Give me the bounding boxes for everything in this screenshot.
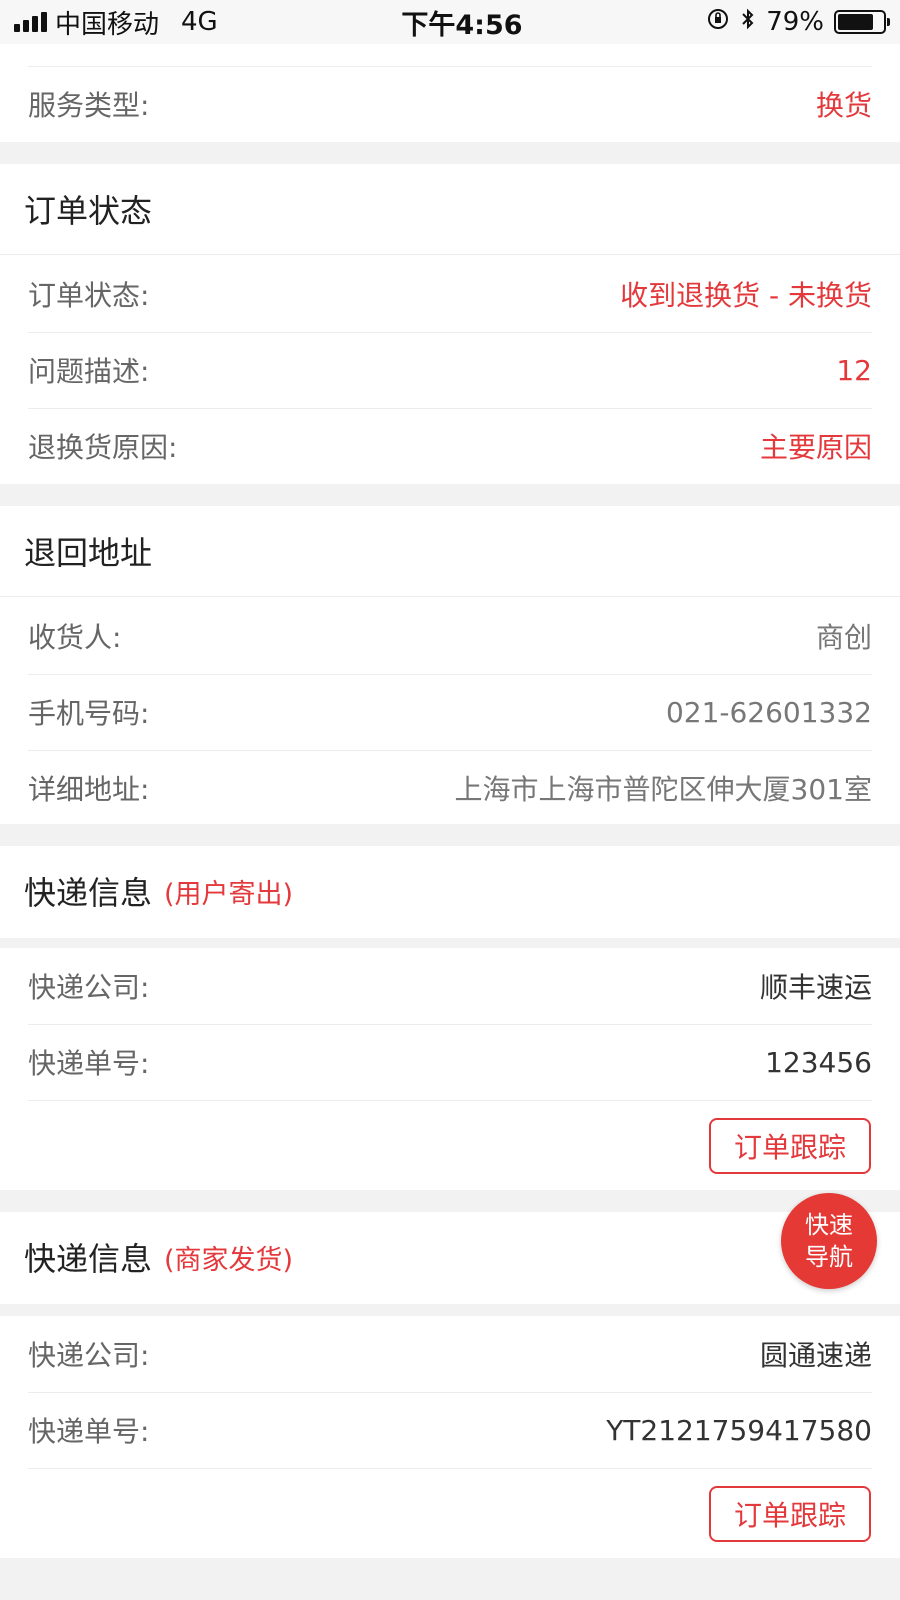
rotation-lock-icon [706, 7, 730, 38]
divider [28, 1468, 872, 1469]
order-status-panel: 订单状态 订单状态: 收到退换货 - 未换货 问题描述: 12 退换货原因: 主… [0, 164, 900, 484]
service-type-row: 服务类型: 换货 [28, 66, 872, 141]
return-reason-label: 退换货原因: [28, 431, 178, 464]
courier-company-value: 圆通速递 [759, 1338, 872, 1372]
problem-description-label: 问题描述: [28, 355, 150, 388]
section-subtitle: (商家发货) [164, 1244, 294, 1276]
network-type: 4G [181, 7, 218, 37]
divider [0, 596, 900, 597]
consignee-label: 收货人: [28, 620, 122, 654]
address-label: 详细地址: [28, 773, 150, 806]
battery-icon [834, 10, 890, 34]
order-status-title: 订单状态 [24, 164, 152, 254]
problem-description-value: 12 [836, 353, 872, 387]
service-type-value: 换货 [815, 89, 872, 122]
address-row: 详细地址: 上海市上海市普陀区伸大厦301室 [28, 750, 872, 825]
shipping-merchant-panel: 快递公司: 圆通速递 快递单号: YT2121759417580 订单跟踪 [0, 1316, 900, 1558]
courier-company-label: 快递公司: [28, 1338, 150, 1372]
status-bar: 中国移动 4G 下午4:56 79% [0, 0, 900, 44]
section-subtitle: (用户寄出) [164, 878, 294, 910]
service-type-label: 服务类型: [28, 89, 150, 122]
phone-value: 021-62601332 [665, 695, 872, 729]
courier-company-label: 快递公司: [28, 970, 150, 1004]
shipping-merchant-header: 快递信息 (商家发货) [0, 1212, 900, 1304]
shipping-merchant-title: 快递信息 (商家发货) [24, 1212, 293, 1302]
order-status-row: 订单状态: 收到退换货 - 未换货 [28, 256, 872, 331]
return-reason-row: 退换货原因: 主要原因 [28, 408, 872, 483]
battery-percent: 79% [766, 7, 824, 37]
return-address-title: 退回地址 [24, 506, 152, 596]
order-tracking-button[interactable]: 订单跟踪 [709, 1118, 871, 1174]
status-left: 中国移动 4G [14, 4, 218, 41]
section-title-text: 快递信息 [24, 1240, 153, 1278]
section-title-text: 快递信息 [24, 874, 153, 912]
signal-icon [14, 12, 47, 32]
divider [0, 254, 900, 255]
tracking-number-row: 快递单号: YT2121759417580 [28, 1392, 872, 1467]
tracking-number-value: YT2121759417580 [606, 1413, 872, 1447]
shipping-user-panel: 快递公司: 顺丰速运 快递单号: 123456 订单跟踪 [0, 948, 900, 1190]
problem-description-row: 问题描述: 12 [28, 332, 872, 407]
order-status-label: 订单状态: [28, 278, 150, 312]
order-status-value: 收到退换货 - 未换货 [620, 278, 872, 312]
divider [28, 1100, 872, 1101]
courier-company-value: 顺丰速运 [759, 970, 872, 1004]
shipping-user-title: 快递信息 (用户寄出) [24, 846, 293, 936]
quick-nav-line1: 快速 [805, 1211, 853, 1239]
order-tracking-button[interactable]: 订单跟踪 [709, 1486, 871, 1542]
address-value: 上海市上海市普陀区伸大厦301室 [454, 773, 872, 806]
phone-row: 手机号码: 021-62601332 [28, 674, 872, 749]
consignee-value: 商创 [815, 620, 872, 654]
section-title-text: 订单状态 [24, 192, 153, 230]
courier-company-row: 快递公司: 顺丰速运 [28, 948, 872, 1023]
carrier-name: 中国移动 [55, 9, 160, 40]
tracking-number-label: 快递单号: [28, 1047, 150, 1080]
bluetooth-icon [740, 7, 756, 38]
service-panel: 服务类型: 换货 [0, 44, 900, 142]
tracking-number-row: 快递单号: 123456 [28, 1024, 872, 1099]
status-right: 79% [706, 7, 890, 38]
courier-company-row: 快递公司: 圆通速递 [28, 1316, 872, 1391]
return-address-panel: 退回地址 收货人: 商创 手机号码: 021-62601332 详细地址: 上海… [0, 506, 900, 824]
clock: 下午4:56 [401, 9, 523, 41]
return-reason-value: 主要原因 [759, 431, 872, 464]
quick-nav-line2: 导航 [805, 1243, 853, 1271]
quick-nav-button[interactable]: 快速 导航 [781, 1193, 877, 1289]
tracking-number-value: 123456 [765, 1045, 872, 1079]
phone-label: 手机号码: [28, 697, 150, 730]
tracking-number-label: 快递单号: [28, 1415, 150, 1448]
shipping-user-header: 快递信息 (用户寄出) [0, 846, 900, 938]
consignee-row: 收货人: 商创 [28, 598, 872, 673]
section-title-text: 退回地址 [24, 534, 153, 572]
battery-fill [838, 14, 873, 30]
